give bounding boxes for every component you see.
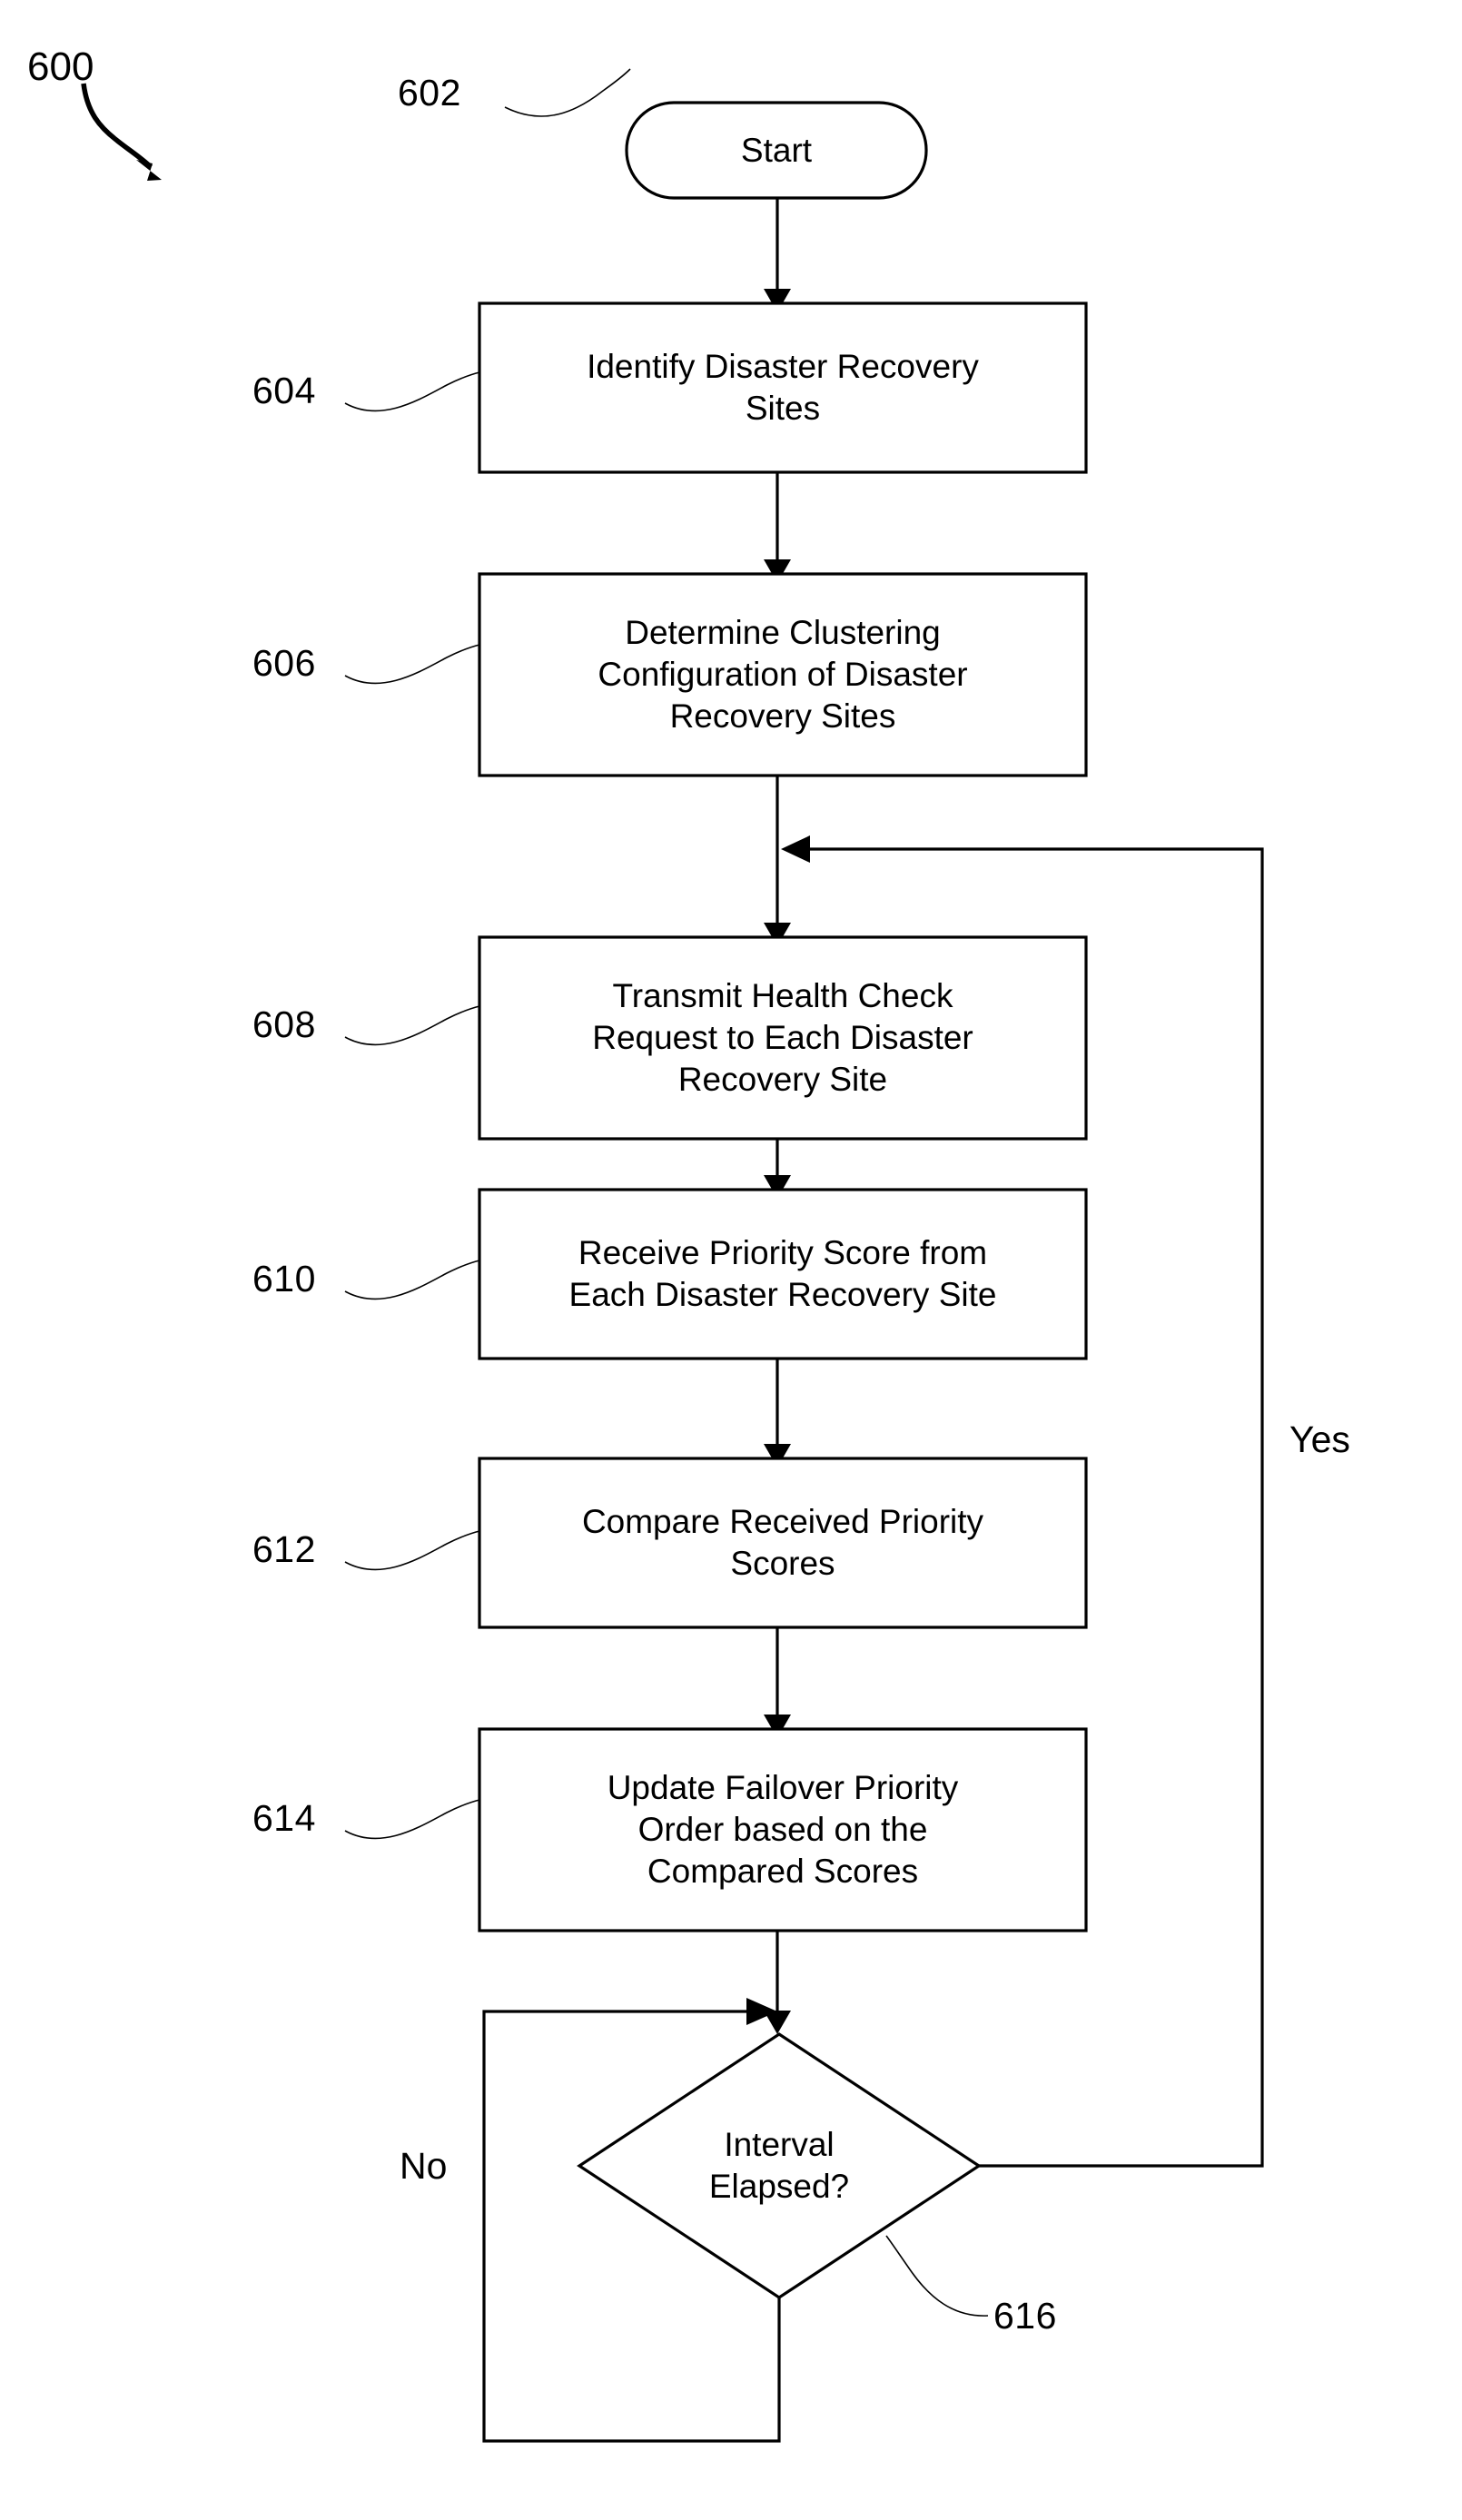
figure-number-600: 600: [27, 44, 94, 89]
edge-610-to-612: [764, 1359, 791, 1468]
leader-604: [344, 371, 480, 412]
reference-numeral-614: 614: [252, 1797, 316, 1839]
patent-figure-600: Start Identify Disaster Recovery Sites D…: [0, 0, 1462, 2520]
reference-numeral-606: 606: [252, 642, 316, 684]
node-update-failover-order-shape: [478, 1727, 1088, 1932]
leader-602: [504, 68, 631, 117]
node-start-shape: [625, 101, 928, 200]
reference-numeral-616: 616: [993, 2295, 1057, 2337]
leader-616: [885, 2235, 989, 2317]
node-compare-scores-shape: [478, 1457, 1088, 1629]
node-identify-sites-shape: [478, 301, 1088, 474]
edge-614-to-616: [764, 1931, 791, 2034]
reference-numeral-604: 604: [252, 370, 316, 411]
leader-606: [344, 644, 480, 685]
edge-604-to-606: [764, 472, 791, 583]
node-receive-priority-score-shape: [478, 1188, 1088, 1360]
node-interval-elapsed-shape: [577, 2032, 982, 2299]
leader-608: [344, 1005, 480, 1046]
reference-numeral-602: 602: [398, 72, 461, 114]
flowchart-vector-layer: [81, 68, 1264, 2443]
edge-label-no: No: [400, 2145, 448, 2187]
node-transmit-health-check-shape: [478, 935, 1088, 1141]
leader-612: [344, 1530, 480, 1571]
leader-614: [344, 1799, 480, 1840]
reference-numeral-612: 612: [252, 1528, 316, 1570]
leader-610: [344, 1260, 480, 1300]
reference-numeral-608: 608: [252, 1003, 316, 1045]
edge-612-to-614: [764, 1627, 791, 1738]
reference-numeral-610: 610: [252, 1258, 316, 1300]
figure-number-leader: [81, 83, 162, 181]
edge-start-to-604: [764, 198, 791, 312]
node-determine-clustering-shape: [478, 572, 1088, 777]
edge-label-yes: Yes: [1289, 1418, 1350, 1460]
edge-606-to-608: [764, 776, 791, 946]
